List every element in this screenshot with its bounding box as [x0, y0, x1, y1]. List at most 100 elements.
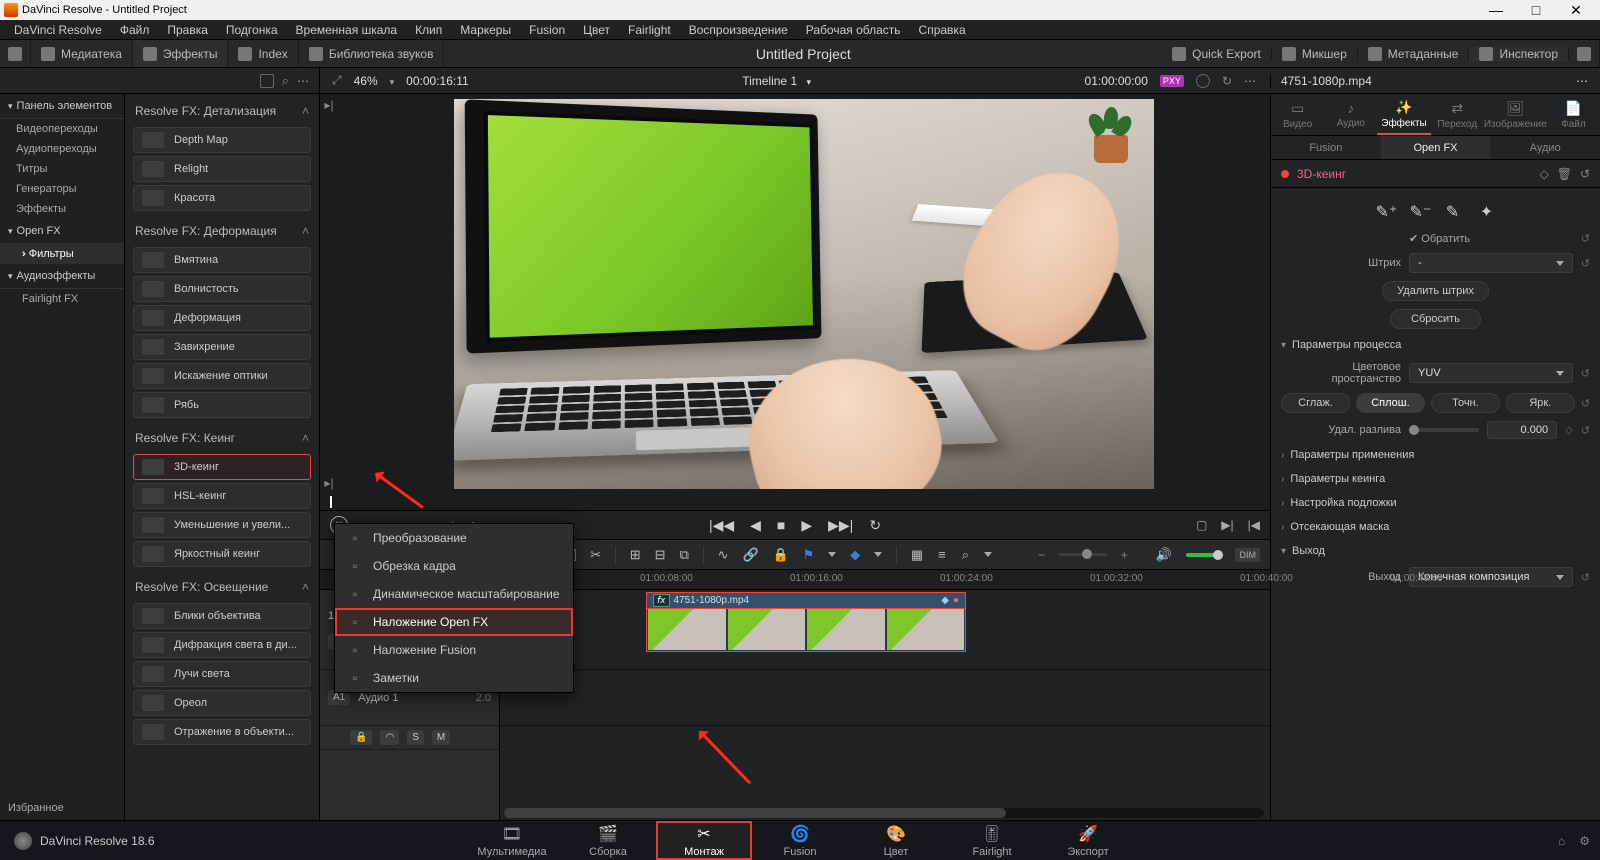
- fx-item[interactable]: Отражение в объекти...: [133, 719, 311, 745]
- proxy-badge[interactable]: PXY: [1160, 75, 1184, 87]
- link-icon[interactable]: 🔗: [743, 547, 759, 563]
- search-icon[interactable]: ⌕: [282, 73, 289, 89]
- fx-item[interactable]: Вмятина: [133, 247, 311, 273]
- bypass-fx-icon[interactable]: [1196, 74, 1210, 88]
- a1-curve-icon[interactable]: ◠: [380, 730, 399, 745]
- section-apply[interactable]: ›Параметры применения: [1281, 443, 1590, 467]
- inspector-options-menu[interactable]: ⋯: [1576, 74, 1590, 88]
- section-bg[interactable]: ›Настройка подложки: [1281, 491, 1590, 515]
- home-icon[interactable]: ⌂: [1558, 834, 1565, 848]
- record-timecode[interactable]: 01:00:00:00: [1085, 74, 1148, 88]
- tree-fairlightfx[interactable]: Fairlight FX: [0, 289, 124, 309]
- clip-title-bar[interactable]: 𝘧𝘹 4751-1080p.mp4 ◆●: [646, 593, 966, 609]
- menu-маркеры[interactable]: Маркеры: [452, 21, 519, 39]
- snap-icon[interactable]: ∿: [718, 547, 729, 563]
- fx-item[interactable]: Красота: [133, 185, 311, 211]
- menu-правка[interactable]: Правка: [159, 21, 216, 39]
- fx-item[interactable]: Depth Map: [133, 127, 311, 153]
- menu-подгонка[interactable]: Подгонка: [218, 21, 286, 39]
- context-transform[interactable]: ▫Преобразование: [335, 524, 573, 552]
- audio-track-1[interactable]: [500, 670, 1270, 726]
- fx-reset-icon[interactable]: ↺: [1580, 167, 1590, 181]
- page-tab-Мультимедиа[interactable]: 🎞Мультимедиа: [464, 821, 560, 860]
- fx-group-header[interactable]: Resolve FX: Деформация˄: [125, 214, 319, 244]
- favorites-label[interactable]: Избранное: [8, 802, 64, 814]
- tree-item[interactable]: Титры: [0, 159, 124, 179]
- section-key[interactable]: ›Параметры кеинга: [1281, 467, 1590, 491]
- fx-delete-icon[interactable]: 🗑: [1557, 167, 1572, 181]
- menu-файл[interactable]: Файл: [112, 21, 158, 39]
- openfx-header[interactable]: Open FX: [0, 219, 124, 244]
- fx-item[interactable]: Блики объектива: [133, 603, 311, 629]
- menu-fairlight[interactable]: Fairlight: [620, 21, 679, 39]
- step-back-button[interactable]: ◀: [750, 517, 761, 534]
- spill-value[interactable]: 0.000: [1487, 421, 1557, 439]
- invert-checkbox[interactable]: ✔ Обратить: [1409, 233, 1470, 245]
- tree-item[interactable]: Генераторы: [0, 179, 124, 199]
- toolbar-inspector[interactable]: Инспектор: [1469, 47, 1569, 61]
- page-tab-Цвет[interactable]: 🎨Цвет: [848, 821, 944, 860]
- a1-mute-button[interactable]: M: [432, 730, 450, 745]
- section-output[interactable]: ▾Выход: [1281, 539, 1590, 563]
- fx-item[interactable]: 3D-кеинг: [133, 454, 311, 480]
- invert-reset-icon[interactable]: ↺: [1581, 232, 1590, 245]
- eyedropper-add-icon[interactable]: ✎⁺: [1376, 202, 1394, 220]
- tree-item[interactable]: Видеопереходы: [0, 119, 124, 139]
- wand-icon[interactable]: ✦: [1478, 202, 1496, 220]
- volume-icon[interactable]: 🔊: [1156, 547, 1172, 563]
- toolbar-sound-lib[interactable]: Библиотека звуков: [299, 40, 445, 67]
- spill-keyframe-icon[interactable]: ◇: [1565, 425, 1573, 436]
- window-maximize-button[interactable]: □: [1516, 2, 1556, 18]
- fx-item[interactable]: Искажение оптики: [133, 363, 311, 389]
- context-annotations[interactable]: ▫Заметки: [335, 664, 573, 692]
- inspector-tab-Изображение[interactable]: 🖼Изображение: [1484, 94, 1547, 135]
- source-timecode[interactable]: 00:00:16:11: [406, 74, 469, 88]
- viewer-prev-angle-icon[interactable]: ▸|: [324, 476, 333, 490]
- go-last-button[interactable]: ▶▶|: [828, 517, 853, 534]
- menu-справка[interactable]: Справка: [911, 21, 974, 39]
- flag-dropdown[interactable]: [828, 552, 836, 557]
- context-openfx-overlay[interactable]: ▫Наложение Open FX: [335, 608, 573, 636]
- fx-item[interactable]: Завихрение: [133, 334, 311, 360]
- context-fusion-overlay[interactable]: ▫Наложение Fusion: [335, 636, 573, 664]
- loop-button[interactable]: ↻: [869, 517, 881, 534]
- fx-item[interactable]: Уменьшение и увели...: [133, 512, 311, 538]
- fx-group-header[interactable]: Resolve FX: Детализация˄: [125, 94, 319, 124]
- lock-icon[interactable]: 🔒: [773, 547, 789, 563]
- stop-button[interactable]: ■: [777, 517, 785, 533]
- inspector-tab-Файл[interactable]: 📄Файл: [1547, 94, 1600, 135]
- fx-enable-dot[interactable]: [1281, 170, 1289, 178]
- chroma-reset-icon[interactable]: ↺: [1581, 397, 1590, 410]
- fx-item[interactable]: Волнистость: [133, 276, 311, 302]
- output-reset-icon[interactable]: ↺: [1581, 571, 1590, 584]
- a1-solo-button[interactable]: S: [407, 730, 424, 745]
- a1-lock-icon[interactable]: 🔒: [350, 730, 372, 745]
- video-track-1[interactable]: 𝘧𝘹 4751-1080p.mp4 ◆●: [500, 590, 1270, 670]
- viewer-zoom[interactable]: 46%: [354, 74, 378, 88]
- tree-item[interactable]: Эффекты: [0, 199, 124, 219]
- viewer-expand-icon[interactable]: ⤢: [332, 73, 342, 88]
- page-tab-Экспорт[interactable]: 🚀Экспорт: [1040, 821, 1136, 860]
- chroma-mode-2[interactable]: Точн.: [1431, 393, 1500, 413]
- panel-layout-icon[interactable]: [260, 74, 274, 88]
- window-close-button[interactable]: ✕: [1556, 2, 1596, 19]
- menu-воспроизведение[interactable]: Воспроизведение: [681, 21, 796, 39]
- inspector-tab-Эффекты[interactable]: ✨Эффекты: [1377, 94, 1430, 135]
- loop-icon[interactable]: ↻: [1222, 74, 1232, 88]
- tree-item[interactable]: Аудиопереходы: [0, 139, 124, 159]
- page-tab-Монтаж[interactable]: ✂Монтаж: [656, 821, 752, 860]
- context-dynamic-zoom[interactable]: ▫Динамическое масштабирование: [335, 580, 573, 608]
- inspector-tab-Аудио[interactable]: ♪Аудио: [1324, 94, 1377, 135]
- next-edit-button[interactable]: |◀: [1248, 518, 1260, 532]
- delete-stroke-button[interactable]: Удалить штрих: [1382, 281, 1489, 301]
- timeline-name[interactable]: Timeline 1: [742, 74, 797, 88]
- ui-layout-toggle-right[interactable]: [1569, 40, 1600, 67]
- fx-item[interactable]: Деформация: [133, 305, 311, 331]
- page-tab-Fusion[interactable]: 🌀Fusion: [752, 821, 848, 860]
- section-process[interactable]: ▾Параметры процесса: [1281, 333, 1590, 357]
- section-garbage[interactable]: ›Отсекающая маска: [1281, 515, 1590, 539]
- context-crop[interactable]: ▫Обрезка кадра: [335, 552, 573, 580]
- colorspace-dropdown[interactable]: YUV: [1409, 363, 1573, 383]
- timeline-viewer[interactable]: [338, 94, 1270, 494]
- overwrite-clip-icon[interactable]: ⊟: [655, 547, 666, 563]
